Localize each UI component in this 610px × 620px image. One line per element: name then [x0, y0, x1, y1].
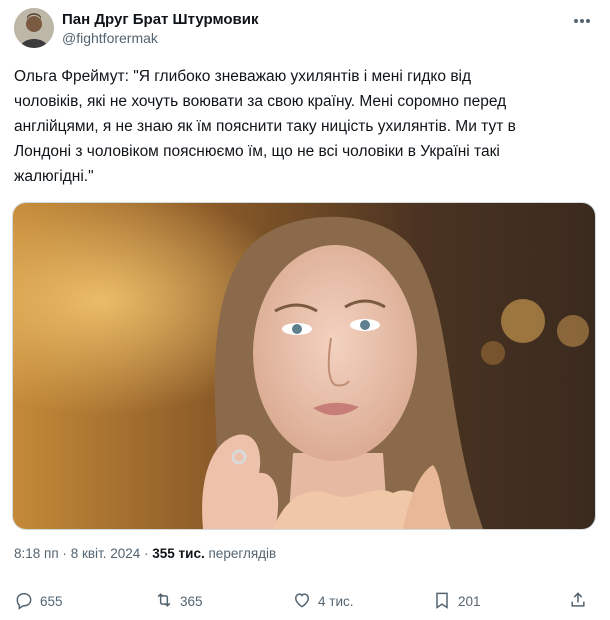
author-handle[interactable]: @fightforermak: [62, 29, 258, 48]
tweet-photo[interactable]: [12, 202, 596, 530]
repost-button[interactable]: 365: [154, 588, 203, 614]
tweet-date[interactable]: 8 квіт. 2024: [71, 546, 141, 561]
author-names: Пан Друг Брат Штурмовик @fightforermak: [62, 10, 258, 48]
views-label: переглядів: [208, 546, 277, 561]
share-icon: [568, 590, 588, 613]
author-display-name[interactable]: Пан Друг Брат Штурмовик: [62, 10, 258, 29]
more-icon: [573, 11, 591, 29]
like-count: 4 тис.: [318, 593, 354, 609]
views-count: 355 тис.: [152, 546, 205, 561]
tweet-time[interactable]: 8:18 пп: [14, 546, 59, 561]
like-button[interactable]: 4 тис.: [292, 588, 353, 614]
avatar[interactable]: [14, 8, 54, 48]
repost-count: 365: [180, 593, 203, 609]
reply-icon: [14, 590, 34, 613]
meta-separator: ·: [62, 546, 67, 561]
action-bar: 655 365 4 тис. 201: [14, 588, 594, 614]
more-button[interactable]: [568, 10, 596, 30]
repost-icon: [154, 590, 174, 613]
reply-count: 655: [40, 593, 63, 609]
bookmark-icon: [432, 590, 452, 613]
meta-separator: ·: [144, 546, 149, 561]
tweet-header: Пан Друг Брат Штурмовик @fightforermak: [14, 8, 596, 52]
tweet-text: Ольга Фреймут: "Я глибоко зневажаю ухиля…: [14, 68, 516, 185]
reply-button[interactable]: 655: [14, 588, 63, 614]
tweet-meta: 8:18 пп · 8 квіт. 2024 · 355 тис. перегл…: [14, 546, 276, 561]
share-button[interactable]: [568, 588, 588, 614]
like-icon: [292, 590, 312, 613]
bookmark-button[interactable]: 201: [432, 588, 481, 614]
bookmark-count: 201: [458, 593, 481, 609]
